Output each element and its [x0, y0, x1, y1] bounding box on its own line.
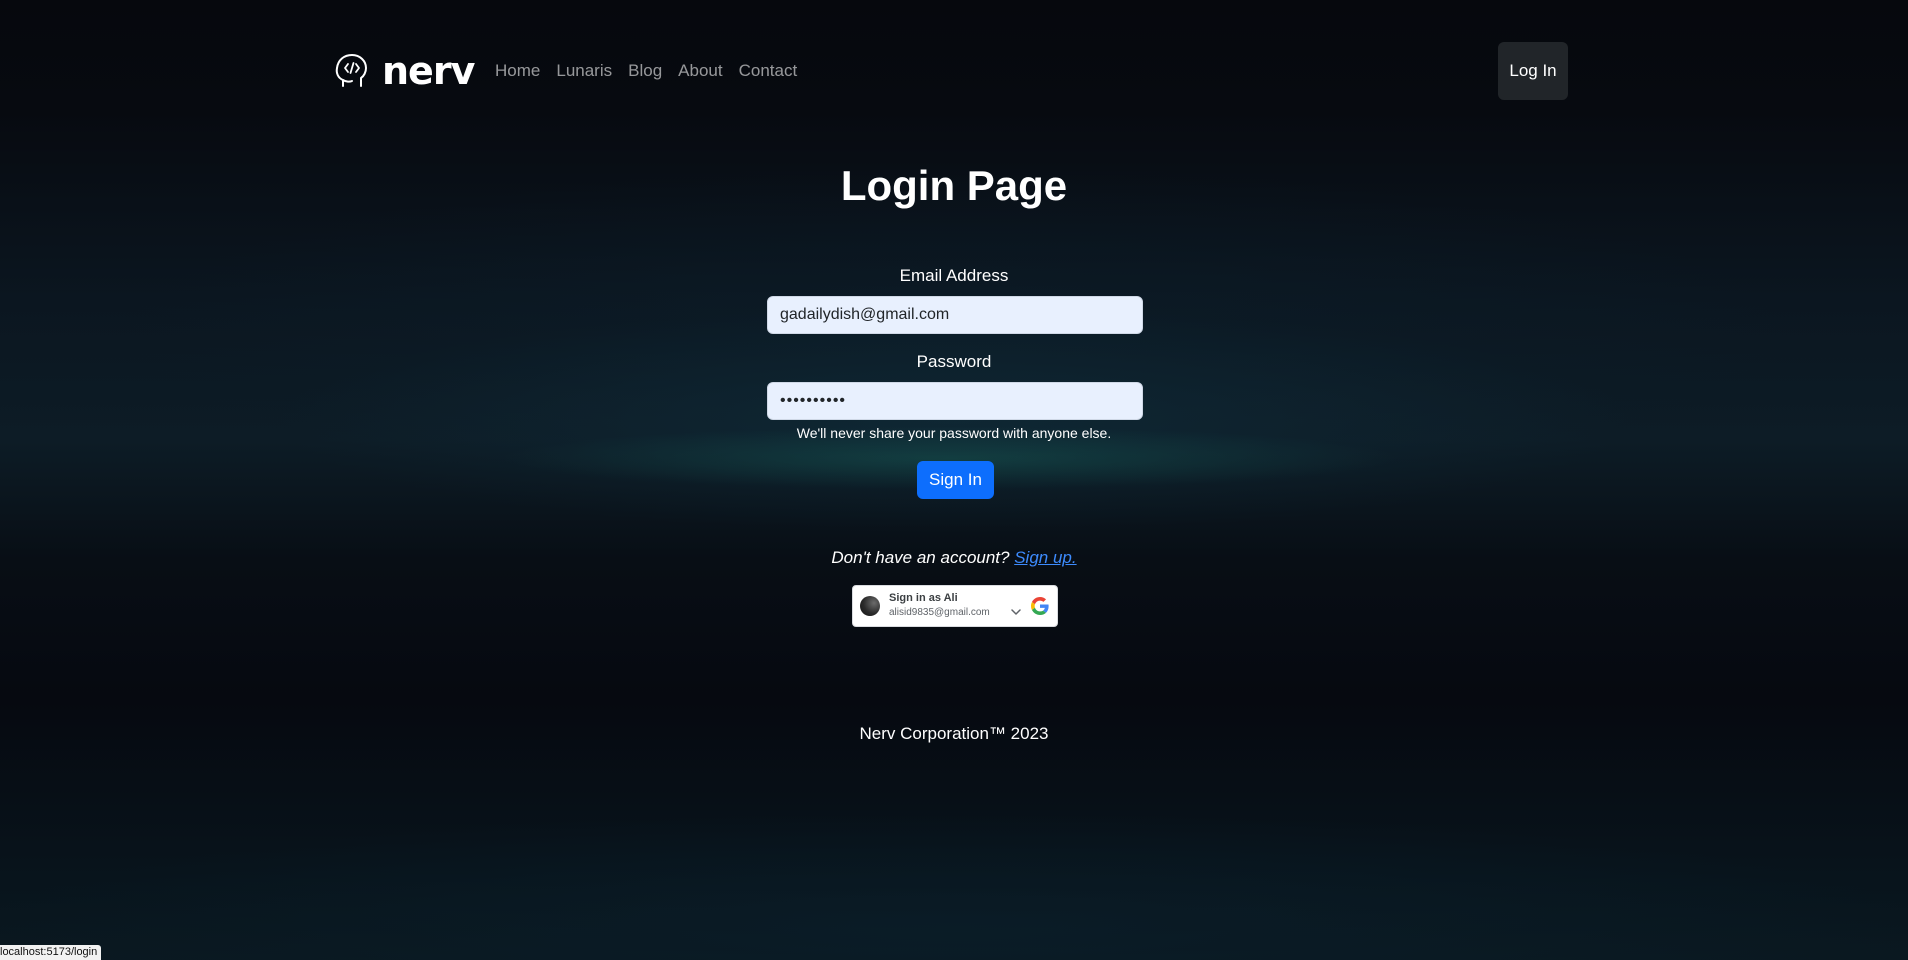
- navbar: nerv Home Lunaris Blog About Contact Log…: [334, 42, 1568, 100]
- password-label: Password: [916, 352, 992, 371]
- google-signin-as: Sign in as Ali: [889, 592, 958, 604]
- brand-link[interactable]: nerv: [334, 42, 475, 100]
- nav-contact[interactable]: Contact: [739, 61, 798, 81]
- email-label: Email Address: [899, 266, 1009, 285]
- page-title: Login Page: [840, 162, 1068, 209]
- google-logo-icon: [1031, 597, 1049, 615]
- signup-link[interactable]: Sign up.: [1014, 548, 1076, 567]
- nav-lunaris[interactable]: Lunaris: [556, 61, 612, 81]
- brand-name: nerv: [382, 49, 475, 93]
- sign-in-button[interactable]: Sign In: [917, 461, 994, 499]
- status-bar-url: localhost:5173/login: [0, 945, 102, 960]
- email-field[interactable]: [767, 296, 1143, 334]
- password-field[interactable]: [767, 382, 1143, 420]
- google-sign-in-button[interactable]: Sign in as Ali alisid9835@gmail.com: [852, 585, 1058, 627]
- brain-code-icon: [335, 54, 367, 87]
- nav-links: Home Lunaris Blog About Contact: [495, 42, 797, 100]
- nav-blog[interactable]: Blog: [628, 61, 662, 81]
- login-button[interactable]: Log In: [1498, 42, 1568, 100]
- footer-copyright: Nerv Corporation™ 2023: [859, 724, 1049, 743]
- nav-home[interactable]: Home: [495, 61, 540, 81]
- signup-row: Don't have an account? Sign up.: [0, 547, 1908, 569]
- signup-prompt: Don't have an account?: [831, 548, 1010, 567]
- google-account-email: alisid9835@gmail.com: [889, 607, 990, 618]
- nav-about[interactable]: About: [678, 61, 722, 81]
- avatar: [860, 596, 880, 616]
- password-help-text: We'll never share your password with any…: [796, 425, 1112, 441]
- chevron-down-icon[interactable]: [1011, 609, 1021, 616]
